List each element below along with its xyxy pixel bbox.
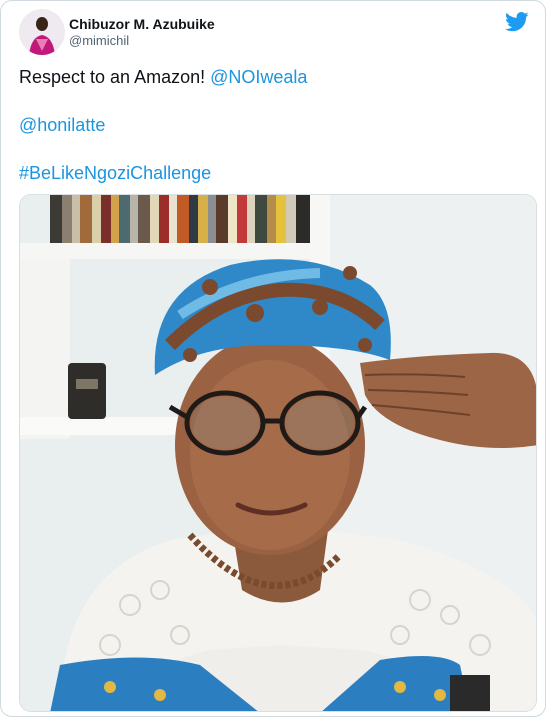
user-handle[interactable]: @mimichil — [69, 33, 215, 49]
display-name[interactable]: Chibuzor M. Azubuike — [69, 15, 215, 33]
tweet-line-1: Respect to an Amazon! @NOIweala — [19, 65, 529, 89]
tweet-body-text: Respect to an Amazon! — [19, 67, 211, 87]
mention-link[interactable]: @NOIweala — [210, 67, 307, 87]
tweet-header: Chibuzor M. Azubuike @mimichil — [19, 9, 529, 57]
avatar[interactable] — [19, 9, 65, 55]
tweet-text: Respect to an Amazon! @NOIweala @honilat… — [19, 65, 529, 209]
mention-link[interactable]: @honilatte — [19, 115, 105, 135]
tweet-line-3: #BeLikeNgoziChallenge — [19, 161, 529, 185]
twitter-bird-icon[interactable] — [505, 11, 529, 33]
tweet-photo[interactable] — [19, 194, 537, 712]
tweet-card[interactable]: Chibuzor M. Azubuike @mimichil Respect t… — [0, 0, 546, 717]
hashtag-link[interactable]: #BeLikeNgoziChallenge — [19, 163, 211, 183]
tweet-line-2: @honilatte — [19, 113, 529, 137]
user-block[interactable]: Chibuzor M. Azubuike @mimichil — [69, 15, 215, 49]
